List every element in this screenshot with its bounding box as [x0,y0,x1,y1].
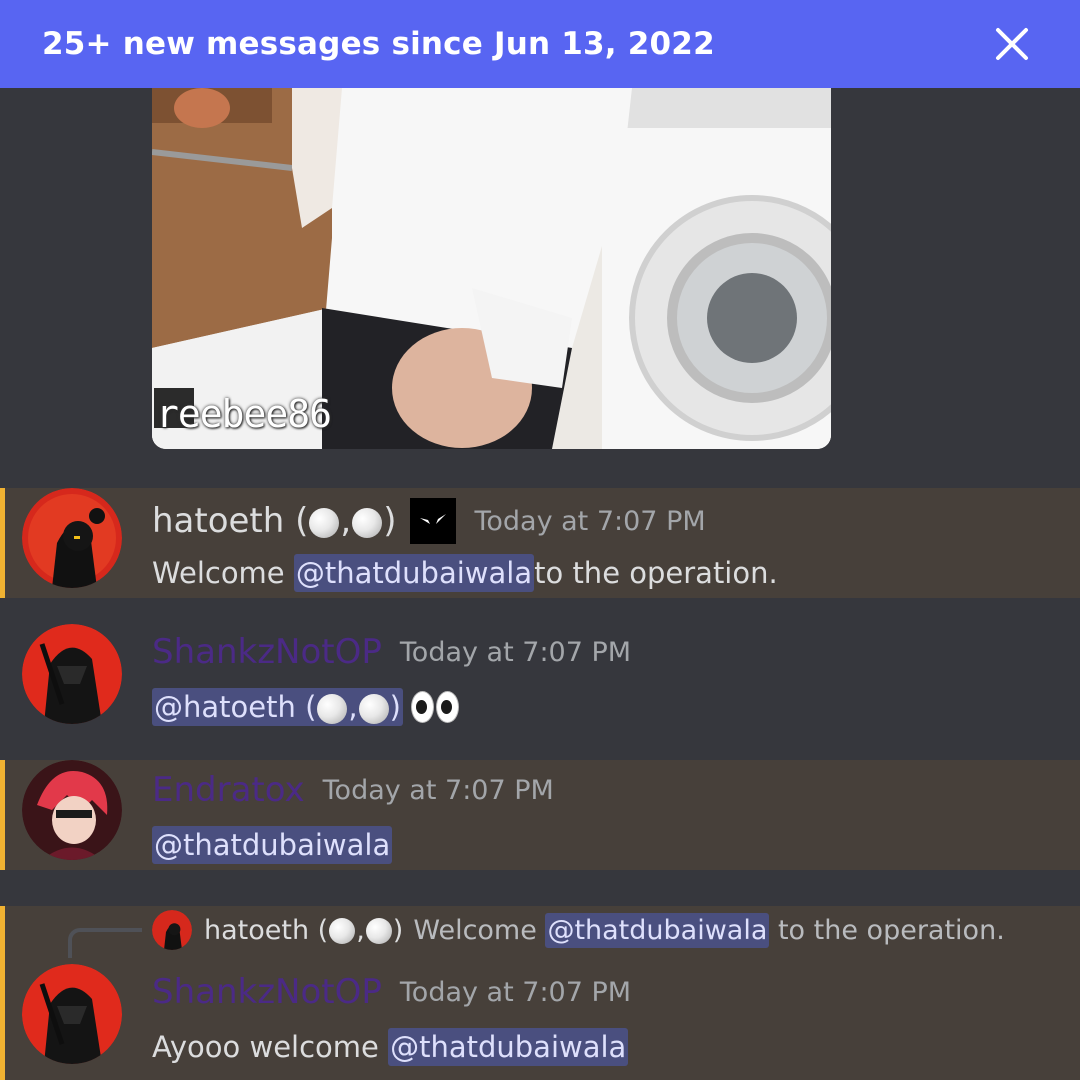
timestamp: Today at 7:07 PM [399,636,632,668]
ball-emoji [365,918,392,944]
message-content: Welcome @thatdubaiwala to the operation. [152,554,778,592]
role-badge-icon [410,498,457,544]
reply-avatar [152,910,192,950]
user-mention[interactable]: @thatdubaiwala [293,554,535,592]
new-messages-text: 25+ new messages since Jun 13, 2022 [42,26,715,62]
ball-emoji [329,918,356,944]
username[interactable]: Endratox [152,770,305,810]
username[interactable]: ShankzNotOP [152,632,382,672]
user-mention[interactable]: @thatdubaiwala [388,1028,629,1066]
message-shankznotop-reply[interactable]: hatoeth (,) Welcome @thatdubaiwala to th… [0,906,1080,1080]
message-hatoeth[interactable]: hatoeth (,) Today at 7:07 PM Welcome @th… [0,488,1080,598]
avatar[interactable] [22,760,122,860]
eyes-emoji [410,691,461,723]
ball-emoji [317,694,348,724]
message-content: @thatdubaiwala [152,826,393,864]
message-shankznotop[interactable]: ShankzNotOP Today at 7:07 PM @hatoeth (,… [0,598,1080,758]
reply-connector [68,928,142,958]
message-content: Ayooo welcome @thatdubaiwala [152,1028,629,1066]
ball-emoji [309,507,340,538]
ball-emoji [358,694,389,724]
avatar[interactable] [22,624,122,724]
user-mention[interactable]: @hatoeth (,) [152,688,403,726]
user-mention[interactable]: @thatdubaiwala [545,912,770,948]
timestamp: Today at 7:07 PM [322,774,554,806]
avatar[interactable] [22,488,122,588]
timestamp: Today at 7:07 PM [399,976,632,1008]
reply-preview[interactable]: hatoeth (,) Welcome @thatdubaiwala to th… [152,910,1005,950]
user-mention[interactable]: @thatdubaiwala [152,826,393,864]
message-endratox[interactable]: Endratox Today at 7:07 PM @thatdubaiwala [0,760,1080,870]
avatar[interactable] [22,964,122,1064]
username[interactable]: hatoeth (,) [152,501,396,541]
timestamp: Today at 7:07 PM [474,505,706,537]
reply-username: hatoeth (,) [204,914,404,946]
reply-text: Welcome @thatdubaiwala to the operation. [413,912,1005,948]
ball-emoji [352,507,383,538]
gif-watermark: reebee86 [156,392,332,436]
message-content: @hatoeth (,) [152,688,461,726]
new-messages-banner[interactable]: 25+ new messages since Jun 13, 2022 [0,0,1080,88]
close-icon[interactable] [990,22,1034,66]
gif-embed[interactable]: reebee86 [152,88,831,449]
username[interactable]: ShankzNotOP [152,972,382,1012]
